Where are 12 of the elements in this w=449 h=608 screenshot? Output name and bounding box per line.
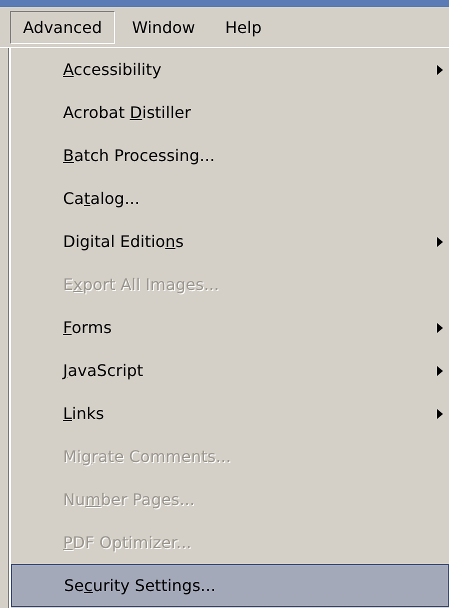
menu-item[interactable]: Batch Processing... [11,134,449,177]
menu-item[interactable]: Acrobat Distiller [11,91,449,134]
menu-item[interactable]: JavaScript [11,349,449,392]
menu-item[interactable]: Accessibility [11,48,449,91]
menu-item[interactable]: Links [11,392,449,435]
menu-item[interactable]: Security Settings... [11,564,449,607]
menu-bar-item[interactable]: Advanced [10,10,116,44]
menu-item[interactable]: Digital Editions [11,220,449,263]
menu-bar-item[interactable]: Help [212,10,275,44]
menu-bar-item[interactable]: Window [119,10,208,44]
menu-item[interactable]: Catalog... [11,177,449,220]
menu-item[interactable]: Forms [11,306,449,349]
